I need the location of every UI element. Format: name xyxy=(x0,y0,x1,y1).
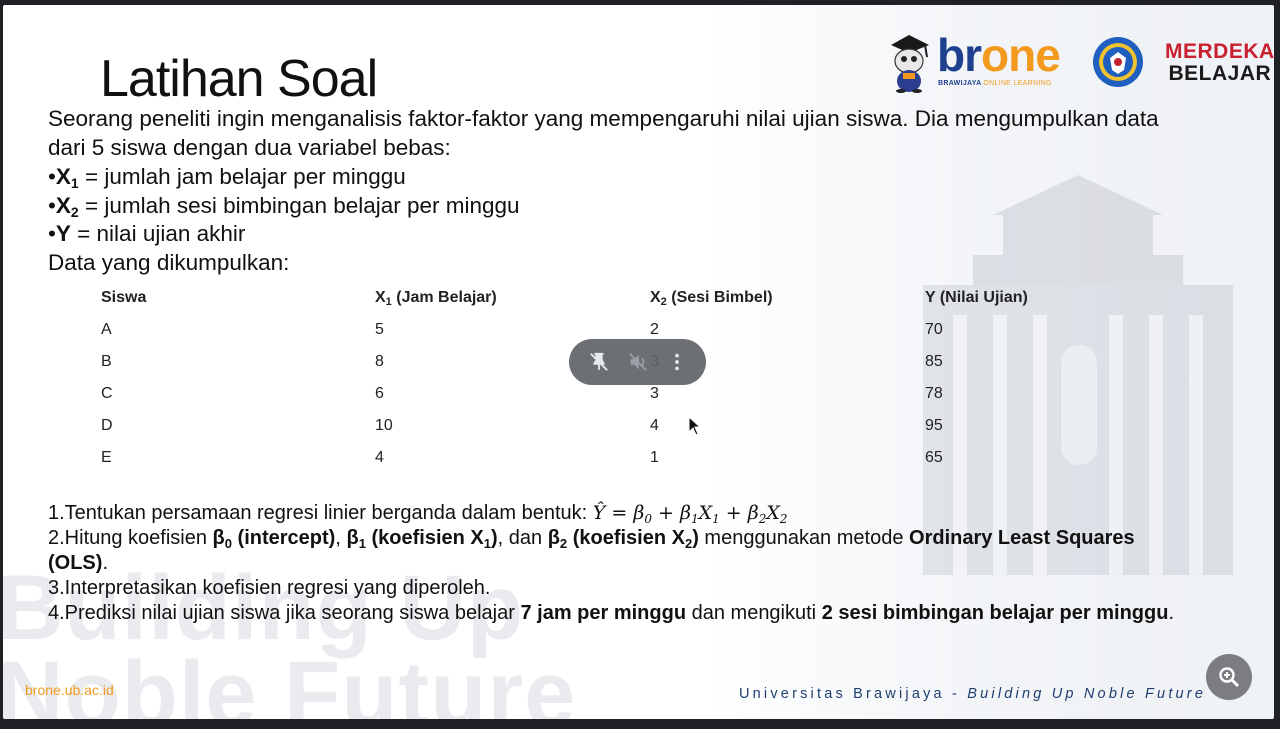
regression-formula: Ŷ = β0 + β1X1 + β2X2 xyxy=(592,502,788,526)
table-cell: 6 xyxy=(375,385,384,402)
slide-title: Latihan Soal xyxy=(100,50,378,108)
table-row: D 10 4 95 xyxy=(101,416,1141,448)
table-row: C 6 3 78 xyxy=(101,384,1141,416)
more-vert-icon[interactable] xyxy=(663,348,691,376)
volume-off-icon[interactable] xyxy=(624,348,652,376)
table-cell: 4 xyxy=(375,449,384,466)
intro-text-line-1: Seorang peneliti ingin menganalisis fakt… xyxy=(48,106,1159,131)
question-4: 4.Prediksi nilai ujian siswa jika seoran… xyxy=(48,602,1174,624)
bullet-y: •Y = nilai ujian akhir xyxy=(48,221,246,246)
table-cell: 78 xyxy=(925,385,943,402)
question-2: 2.Hitung koefisien β0 (intercept), β1 (k… xyxy=(48,527,1135,551)
merdeka-belajar-logo: MERDEKA BELAJAR xyxy=(1165,40,1274,85)
table-cell: C xyxy=(101,385,113,402)
table-header-row: Siswa X1 (Jam Belajar) X2 (Sesi Bimbel) … xyxy=(101,288,1141,316)
table-cell: 5 xyxy=(375,321,384,338)
table-header-siswa: Siswa xyxy=(101,289,147,306)
table-header-y: Y (Nilai Ujian) xyxy=(925,289,1028,306)
brone-logo: brone xyxy=(937,29,1061,81)
mascot-graduate-icon xyxy=(891,35,929,93)
table-cell: 1 xyxy=(650,449,659,466)
table-cell: 70 xyxy=(925,321,943,338)
media-control-bar xyxy=(569,339,706,385)
table-cell: 4 xyxy=(650,417,659,434)
mouse-cursor-icon xyxy=(688,416,702,436)
table-cell: 3 xyxy=(650,385,659,402)
table-header-x2: X2 (Sesi Bimbel) xyxy=(650,289,773,308)
table-cell: 2 xyxy=(650,321,659,338)
table-row: E 4 1 65 xyxy=(101,448,1141,480)
table-cell: A xyxy=(101,321,112,338)
table-cell: 85 xyxy=(925,353,943,370)
data-heading: Data yang dikumpulkan: xyxy=(48,250,290,275)
footer-university: Universitas Brawijaya - Building Up Nobl… xyxy=(739,686,1207,702)
table-header-x1: X1 (Jam Belajar) xyxy=(375,289,497,308)
table-cell: 10 xyxy=(375,417,393,434)
footer-url: brone.ub.ac.id xyxy=(25,682,114,698)
question-2-cont: (OLS). xyxy=(48,552,108,574)
question-3: 3.Interpretasikan koefisien regresi yang… xyxy=(48,577,491,599)
pin-off-icon[interactable] xyxy=(585,348,613,376)
table-cell: B xyxy=(101,353,112,370)
table-cell: 95 xyxy=(925,417,943,434)
zoom-in-icon[interactable] xyxy=(1206,654,1252,700)
university-emblem-icon xyxy=(1093,37,1143,87)
table-cell: D xyxy=(101,417,113,434)
brone-subtitle: BRAWIJAYA ONLINE LEARNING xyxy=(938,80,1052,87)
intro-text-line-2: dari 5 siswa dengan dua variabel bebas: xyxy=(48,135,451,160)
presentation-frame: Building Up Noble Future Latihan Soal br… xyxy=(0,0,1280,729)
table-cell: E xyxy=(101,449,112,466)
logo-group: brone BRAWIJAYA ONLINE LEARNING MERDEKA … xyxy=(887,29,1274,93)
table-cell: 8 xyxy=(375,353,384,370)
table-cell: 65 xyxy=(925,449,943,466)
